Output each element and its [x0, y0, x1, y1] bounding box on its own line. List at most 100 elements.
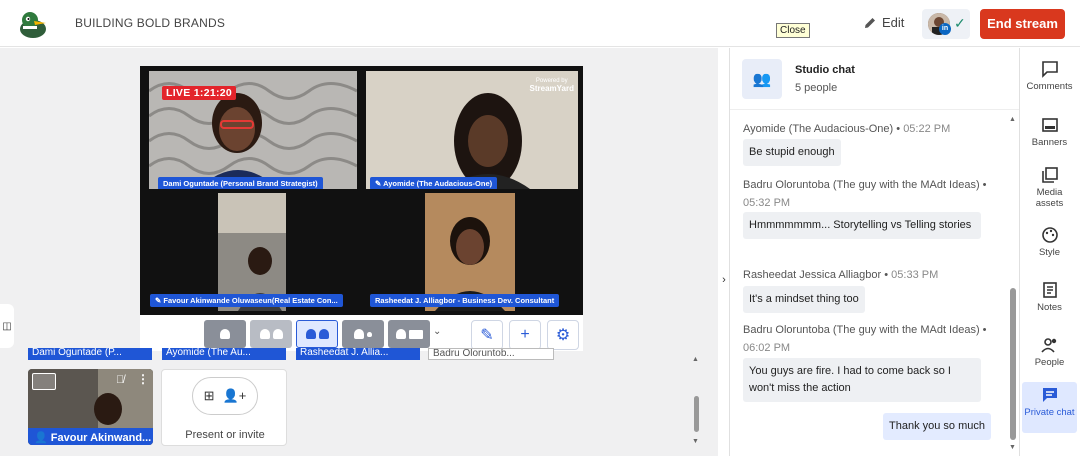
- mic-muted-icon[interactable]: 🎙̸: [116, 374, 124, 386]
- media-icon: [1041, 166, 1059, 184]
- layout-grid-button[interactable]: [296, 320, 338, 348]
- person-icon: [259, 329, 270, 339]
- rail-item-media-assets[interactable]: Media assets: [1022, 166, 1077, 209]
- sidebar-toggle-icon[interactable]: ◫: [0, 304, 14, 348]
- scrollbar-thumb[interactable]: [1010, 288, 1016, 440]
- settings-button[interactable]: ⚙: [547, 320, 579, 350]
- participant-name-tag: Dami Oguntade (Personal Brand Strategist…: [158, 177, 323, 189]
- people-icon: [1040, 336, 1059, 354]
- participant-name-tag: ✎ Ayomide (The Audacious-One): [370, 177, 498, 189]
- message-meta: Rasheedat Jessica Alliagbor • 05:33 PM: [743, 269, 939, 281]
- participant-name-tag: Rasheedat J. Alliagbor - Business Dev. C…: [370, 294, 560, 307]
- message-time: 05:32 PM: [743, 197, 791, 209]
- present-or-invite-card[interactable]: ⊞ 👤+ Present or invite: [161, 369, 287, 446]
- powered-brand-label: StreamYard: [529, 84, 574, 93]
- layout-toolbar: ⌄ ✎ + ⚙: [140, 315, 583, 351]
- camera-icon[interactable]: [32, 373, 56, 390]
- stream-canvas: LIVE 1:21:20 Dami Oguntade (Personal Bra…: [140, 66, 583, 315]
- message-time: 06:02 PM: [743, 342, 791, 354]
- chat-icon: [1041, 386, 1059, 404]
- message-bubble: You guys are fire. I had to come back so…: [743, 358, 981, 402]
- pencil-icon: ✎: [480, 327, 494, 344]
- backstage-label[interactable]: Dami Oguntade (P...: [28, 348, 152, 360]
- rail-item-notes[interactable]: Notes: [1022, 281, 1077, 313]
- end-stream-button[interactable]: End stream: [980, 9, 1065, 39]
- chat-title: Studio chat: [795, 64, 855, 76]
- backstage-label[interactable]: Ayomide (The Au...: [162, 348, 286, 360]
- message-bubble: It's a mindset thing too: [743, 286, 865, 313]
- person-icon: [354, 329, 364, 339]
- comment-icon: [1041, 60, 1059, 78]
- rail-item-private-chat[interactable]: Private chat: [1022, 382, 1077, 433]
- message-author: Badru Oloruntoba (The guy with the MAdt …: [743, 324, 980, 336]
- scroll-up-icon[interactable]: ▲: [1009, 116, 1016, 123]
- streamyard-watermark: Powered by StreamYard: [530, 77, 574, 93]
- message-bubble: Be stupid enough: [743, 139, 841, 166]
- duck-logo-icon[interactable]: [16, 9, 50, 39]
- palette-icon: [1041, 226, 1059, 244]
- video-tile[interactable]: Powered by StreamYard ✎ Ayomide (The Aud…: [366, 71, 578, 189]
- add-person-icon: 👤+: [222, 388, 247, 403]
- backstage-label[interactable]: Badru Oloruntob...: [428, 348, 554, 360]
- plus-icon: +: [520, 326, 530, 343]
- add-button[interactable]: +: [509, 320, 541, 350]
- message-author: Ayomide (The Audacious-One): [743, 123, 894, 135]
- person-icon: [305, 329, 316, 339]
- rail-label: Banners: [1031, 137, 1068, 148]
- layout-solo-button[interactable]: [204, 320, 246, 348]
- backstage-scrollbar[interactable]: ▲ ▼: [692, 356, 700, 448]
- layout-split-button[interactable]: [250, 320, 292, 348]
- participant-name: Favour Akinwande Oluwaseun(Real Estate C…: [163, 296, 338, 305]
- rail-item-people[interactable]: People: [1022, 336, 1077, 368]
- chat-header: 👥 Studio chat 5 people: [730, 48, 1020, 110]
- message-bubble: Hmmmmmmm... Storytelling vs Telling stor…: [743, 212, 981, 239]
- more-options-icon[interactable]: ⋮: [137, 372, 149, 386]
- participant-name: Ayomide (The Audacious-One): [383, 179, 493, 188]
- layout-screen-button[interactable]: [388, 320, 430, 348]
- person-icon: [272, 329, 283, 339]
- rail-item-style[interactable]: Style: [1022, 226, 1077, 258]
- studio-chat-panel: 👥 Studio chat 5 people Ayomide (The Auda…: [729, 48, 1020, 456]
- present-invite-icons: ⊞ 👤+: [192, 377, 258, 415]
- participant-name-tag: ✎ Favour Akinwande Oluwaseun(Real Estate…: [150, 294, 343, 307]
- scroll-down-icon[interactable]: ▼: [692, 438, 699, 445]
- edit-button[interactable]: Edit: [864, 15, 904, 30]
- mic-muted-icon: ✎: [375, 179, 384, 188]
- close-tooltip: Close: [776, 23, 810, 38]
- message-author: Badru Oloruntoba (The guy with the MAdt …: [743, 179, 980, 191]
- right-rail: Comments Banners Media assets Style Note…: [1019, 48, 1080, 456]
- person-icon: [318, 329, 329, 339]
- message-meta: Ayomide (The Audacious-One) • 05:22 PM: [743, 123, 951, 135]
- rail-label: Notes: [1037, 302, 1062, 313]
- linkedin-destination-avatar[interactable]: in ✓: [922, 9, 970, 39]
- present-or-invite-label: Present or invite: [185, 429, 265, 441]
- live-timer-badge: LIVE 1:21:20: [162, 86, 237, 100]
- check-icon: ✓: [954, 15, 966, 31]
- message-meta: Badru Oloruntoba (The guy with the MAdt …: [743, 324, 987, 354]
- backstage-thumbnail[interactable]: 🎙̸ ⋮ 👤 Favour Akinwand...: [28, 369, 153, 445]
- rail-item-banners[interactable]: Banners: [1022, 116, 1077, 148]
- rail-item-comments[interactable]: Comments: [1022, 60, 1077, 92]
- pencil-icon: [865, 17, 875, 28]
- layout-leader-button[interactable]: [342, 320, 384, 348]
- video-tile[interactable]: LIVE 1:21:20 Dami Oguntade (Personal Bra…: [149, 71, 357, 189]
- edit-banner-button[interactable]: ✎: [471, 320, 503, 350]
- top-bar: BUILDING BOLD BRANDS Close Edit in ✓ End…: [0, 0, 1080, 47]
- scrollbar-thumb[interactable]: [694, 396, 699, 432]
- rail-label: Private chat: [1024, 407, 1075, 418]
- gear-icon: ⚙: [555, 327, 571, 344]
- banner-icon: [1041, 116, 1059, 134]
- thumbnail-name-tag: 👤 Favour Akinwand...: [28, 428, 153, 445]
- broadcast-title: BUILDING BOLD BRANDS: [75, 16, 226, 30]
- rail-label: Style: [1038, 247, 1061, 258]
- person-icon: [395, 329, 406, 339]
- scroll-up-icon[interactable]: ▲: [692, 356, 699, 363]
- my-message-bubble: Thank you so much: [883, 413, 991, 440]
- chat-scrollbar[interactable]: ▲ ▼: [1008, 112, 1018, 451]
- backstage-label[interactable]: Rasheedat J. Allia...: [296, 348, 420, 360]
- edit-label: Edit: [882, 15, 905, 30]
- chevron-down-icon[interactable]: ⌄: [433, 326, 441, 337]
- linkedin-icon: in: [939, 23, 951, 35]
- people-icon: 👥: [742, 59, 782, 99]
- scroll-down-icon[interactable]: ▼: [1009, 444, 1016, 451]
